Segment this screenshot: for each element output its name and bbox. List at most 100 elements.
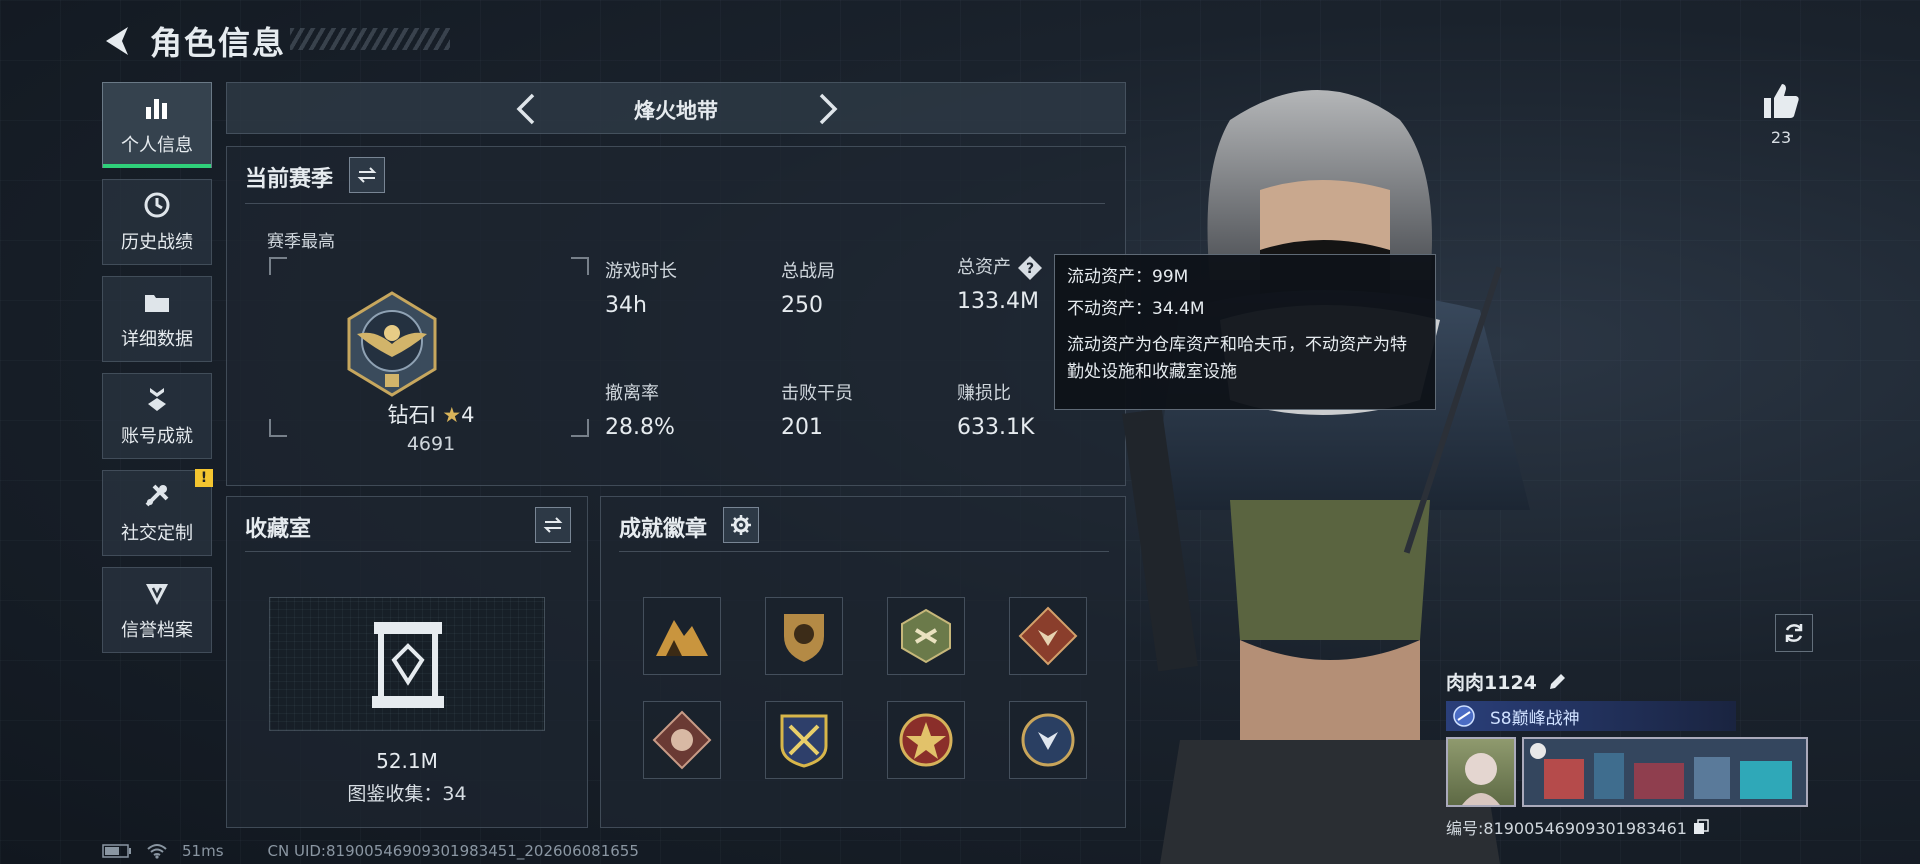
- frame-corner: [571, 257, 589, 275]
- stat-value: 34h: [605, 293, 647, 318]
- sidebar-item-social[interactable]: ! 社交定制: [102, 469, 213, 556]
- stat-value: 201: [781, 415, 823, 440]
- badge-slot[interactable]: [887, 597, 965, 675]
- sidebar-item-label: 社交定制: [121, 523, 193, 544]
- collection-count: 图鉴收集：34: [347, 783, 467, 805]
- star-medal-badge-icon: [899, 713, 953, 767]
- sidebar-item-label: 账号成就: [121, 426, 193, 447]
- refresh-button[interactable]: [1775, 614, 1813, 652]
- collection-title: 收藏室: [245, 517, 312, 542]
- history-icon: [144, 192, 170, 218]
- stat-label: 赚损比: [957, 383, 1011, 404]
- badge-slot[interactable]: [765, 701, 843, 779]
- stat-value: 250: [781, 293, 823, 318]
- crossed-rifles-badge-icon: [780, 714, 828, 768]
- header: 角色信息: [100, 18, 286, 64]
- rank-score: 4691: [406, 433, 456, 455]
- banner-image: [1524, 739, 1806, 805]
- bar-chart-icon: [146, 99, 167, 119]
- stat-kills: 击败干员 201: [781, 379, 853, 440]
- stat-total-assets: 总资产? 133.4M: [957, 253, 1043, 314]
- rank-name: 钻石I: [387, 403, 436, 427]
- sidebar-item-credit[interactable]: 信誉档案: [102, 567, 212, 653]
- tooltip-liquid-assets: 流动资产：99M: [1067, 267, 1189, 287]
- stat-label: 撤离率: [605, 383, 659, 404]
- mountain-badge-icon: [656, 620, 708, 656]
- folder-icon: [145, 295, 169, 312]
- badges-title: 成就徽章: [619, 517, 708, 542]
- badges-panel: 成就徽章: [600, 496, 1126, 828]
- player-name: 肉肉1124: [1446, 672, 1537, 694]
- stat-extraction-rate: 撤离率 28.8%: [605, 379, 675, 440]
- season-best-label: 赛季最高: [267, 232, 335, 252]
- sidebar-item-label: 详细数据: [121, 329, 193, 350]
- card-images: [1446, 737, 1816, 807]
- swap-icon: [543, 517, 563, 533]
- stat-value: 633.1K: [957, 415, 1035, 440]
- status-bar: 51ms CN UID:81900546909301983451_2026060…: [102, 842, 639, 860]
- refresh-icon: [1785, 624, 1803, 642]
- profile-banner[interactable]: [1522, 737, 1808, 807]
- stat-play-time: 游戏时长 34h: [605, 257, 677, 318]
- edit-pencil-icon[interactable]: [1547, 672, 1567, 692]
- badge-slot[interactable]: [887, 701, 965, 779]
- rank-line: 钻石I ★4: [227, 399, 635, 429]
- sidebar-item-achievements[interactable]: 账号成就: [102, 373, 212, 459]
- collection-panel: 收藏室 52.1M 图鉴收集：34: [226, 496, 588, 828]
- tooltip-fixed-assets: 不动资产：34.4M: [1067, 298, 1205, 319]
- title-emblem-icon: [1453, 705, 1475, 727]
- badge-slot[interactable]: [643, 701, 721, 779]
- divider: [245, 203, 1105, 204]
- gear-icon: [731, 515, 751, 535]
- mode-selector: 烽火地带: [226, 82, 1126, 134]
- collection-card[interactable]: [269, 597, 545, 731]
- collection-switch-button[interactable]: [535, 507, 571, 543]
- player-id-row: 编号:8190054690930198346​1: [1446, 815, 1816, 839]
- title-decoration: [290, 28, 450, 50]
- player-id: 编号:8190054690930198346​1: [1446, 819, 1687, 838]
- badge-slot[interactable]: [765, 597, 843, 675]
- thumbs-up-icon[interactable]: [1760, 80, 1802, 122]
- achievement-icon: [148, 388, 166, 411]
- svg-text:?: ?: [1026, 261, 1034, 277]
- star-icon: ★: [442, 403, 462, 427]
- player-title-bar: S8巅峰战神: [1446, 701, 1736, 731]
- shield-badge-icon: [784, 614, 824, 662]
- back-arrow-icon[interactable]: [100, 23, 136, 59]
- display-case-icon: [372, 622, 444, 708]
- assets-tooltip: 流动资产：99M 不动资产：34.4M 流动资产为仓库资产和哈夫币，不动资产为特…: [1054, 254, 1436, 410]
- rank-stars: 4: [461, 403, 475, 427]
- stat-label-text: 总资产: [957, 257, 1011, 278]
- stat-label: 击败干员: [781, 383, 853, 404]
- season-title: 当前赛季: [245, 167, 334, 192]
- stat-value: 28.8%: [605, 415, 675, 440]
- uid-text: CN UID:81900546909301983451_202606081655: [267, 842, 639, 860]
- stat-label: 总战局: [781, 261, 835, 282]
- swap-icon: [357, 167, 377, 183]
- copy-icon[interactable]: [1693, 819, 1709, 835]
- wasp-badge-icon: [901, 608, 951, 664]
- next-mode-arrow-icon[interactable]: [809, 91, 845, 127]
- sidebar-item-history[interactable]: 历史战绩: [102, 179, 212, 265]
- player-name-row: 肉肉1124: [1446, 668, 1816, 695]
- sidebar-item-details[interactable]: 详细数据: [102, 276, 212, 362]
- stat-value: 133.4M: [957, 289, 1039, 314]
- shield-badge-icon: [146, 584, 168, 605]
- badge-slot[interactable]: [643, 597, 721, 675]
- help-icon[interactable]: ?: [1017, 255, 1043, 281]
- season-switch-button[interactable]: [349, 157, 385, 193]
- tools-icon: [145, 484, 169, 507]
- badge-settings-button[interactable]: [723, 507, 759, 543]
- divider: [619, 551, 1109, 552]
- like-count: 23: [1770, 128, 1792, 147]
- page-title: 角色信息: [150, 24, 287, 62]
- sidebar-item-label: 历史战绩: [121, 232, 193, 253]
- sidebar-item-label: 信誉档案: [121, 620, 193, 641]
- stat-label: 游戏时长: [605, 261, 677, 282]
- avatar[interactable]: [1446, 737, 1516, 807]
- avatar-image: [1462, 753, 1500, 805]
- sidebar: 个人信息 历史战绩 详细数据 账号成就 ! 社交定制 信誉档案: [102, 82, 213, 664]
- mode-title: 烽火地带: [634, 99, 718, 123]
- sidebar-item-label: 个人信息: [121, 135, 193, 156]
- sidebar-item-personal-info[interactable]: 个人信息: [102, 82, 212, 168]
